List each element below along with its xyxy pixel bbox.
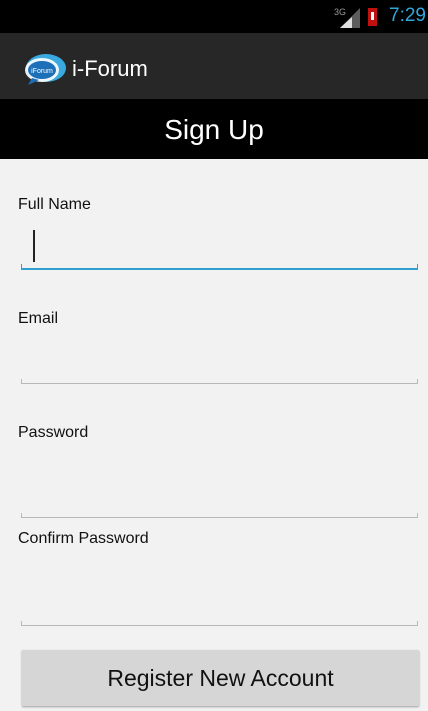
password-field[interactable]: [21, 478, 418, 518]
password-label: Password: [18, 424, 89, 441]
full-name-field[interactable]: [21, 230, 418, 270]
field-underline: [21, 268, 418, 270]
page-title: Sign Up: [164, 114, 264, 145]
status-bar: 3G 7:29: [0, 0, 428, 33]
status-time: 7:29: [389, 5, 426, 26]
app-logo-icon[interactable]: iForum: [20, 52, 68, 86]
field-underline: [21, 625, 418, 626]
app-title: i-Forum: [72, 56, 148, 81]
confirm-password-field[interactable]: [21, 586, 418, 626]
email-field[interactable]: [21, 344, 418, 384]
text-cursor: [33, 230, 35, 262]
field-underline: [21, 517, 418, 518]
field-underline: [21, 383, 418, 384]
email-label: Email: [18, 310, 59, 327]
register-new-account-button[interactable]: Register New Account: [22, 650, 419, 706]
app-logo-text: iForum: [31, 68, 53, 75]
signal-icon: 3G: [334, 7, 360, 28]
network-type-label: 3G: [334, 7, 346, 17]
confirm-password-label: Confirm Password: [18, 530, 149, 547]
battery-icon: [368, 8, 377, 26]
full-name-label: Full Name: [18, 196, 91, 213]
